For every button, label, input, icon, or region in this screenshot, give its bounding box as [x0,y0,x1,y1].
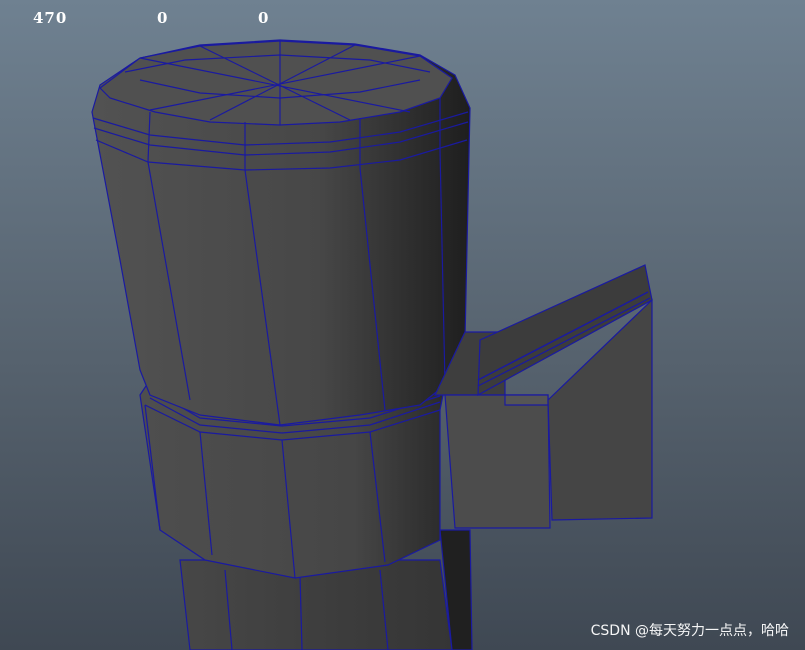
watermark-text: CSDN @每天努力一点点，哈哈 [590,623,789,639]
maya-3d-viewport[interactable]: 470 0 0 CSDN @每天努力一点点，哈哈 [0,0,805,650]
knob-cap [91,39,471,426]
handle-lever [434,264,653,529]
polygon-mesh-model[interactable] [0,0,805,650]
